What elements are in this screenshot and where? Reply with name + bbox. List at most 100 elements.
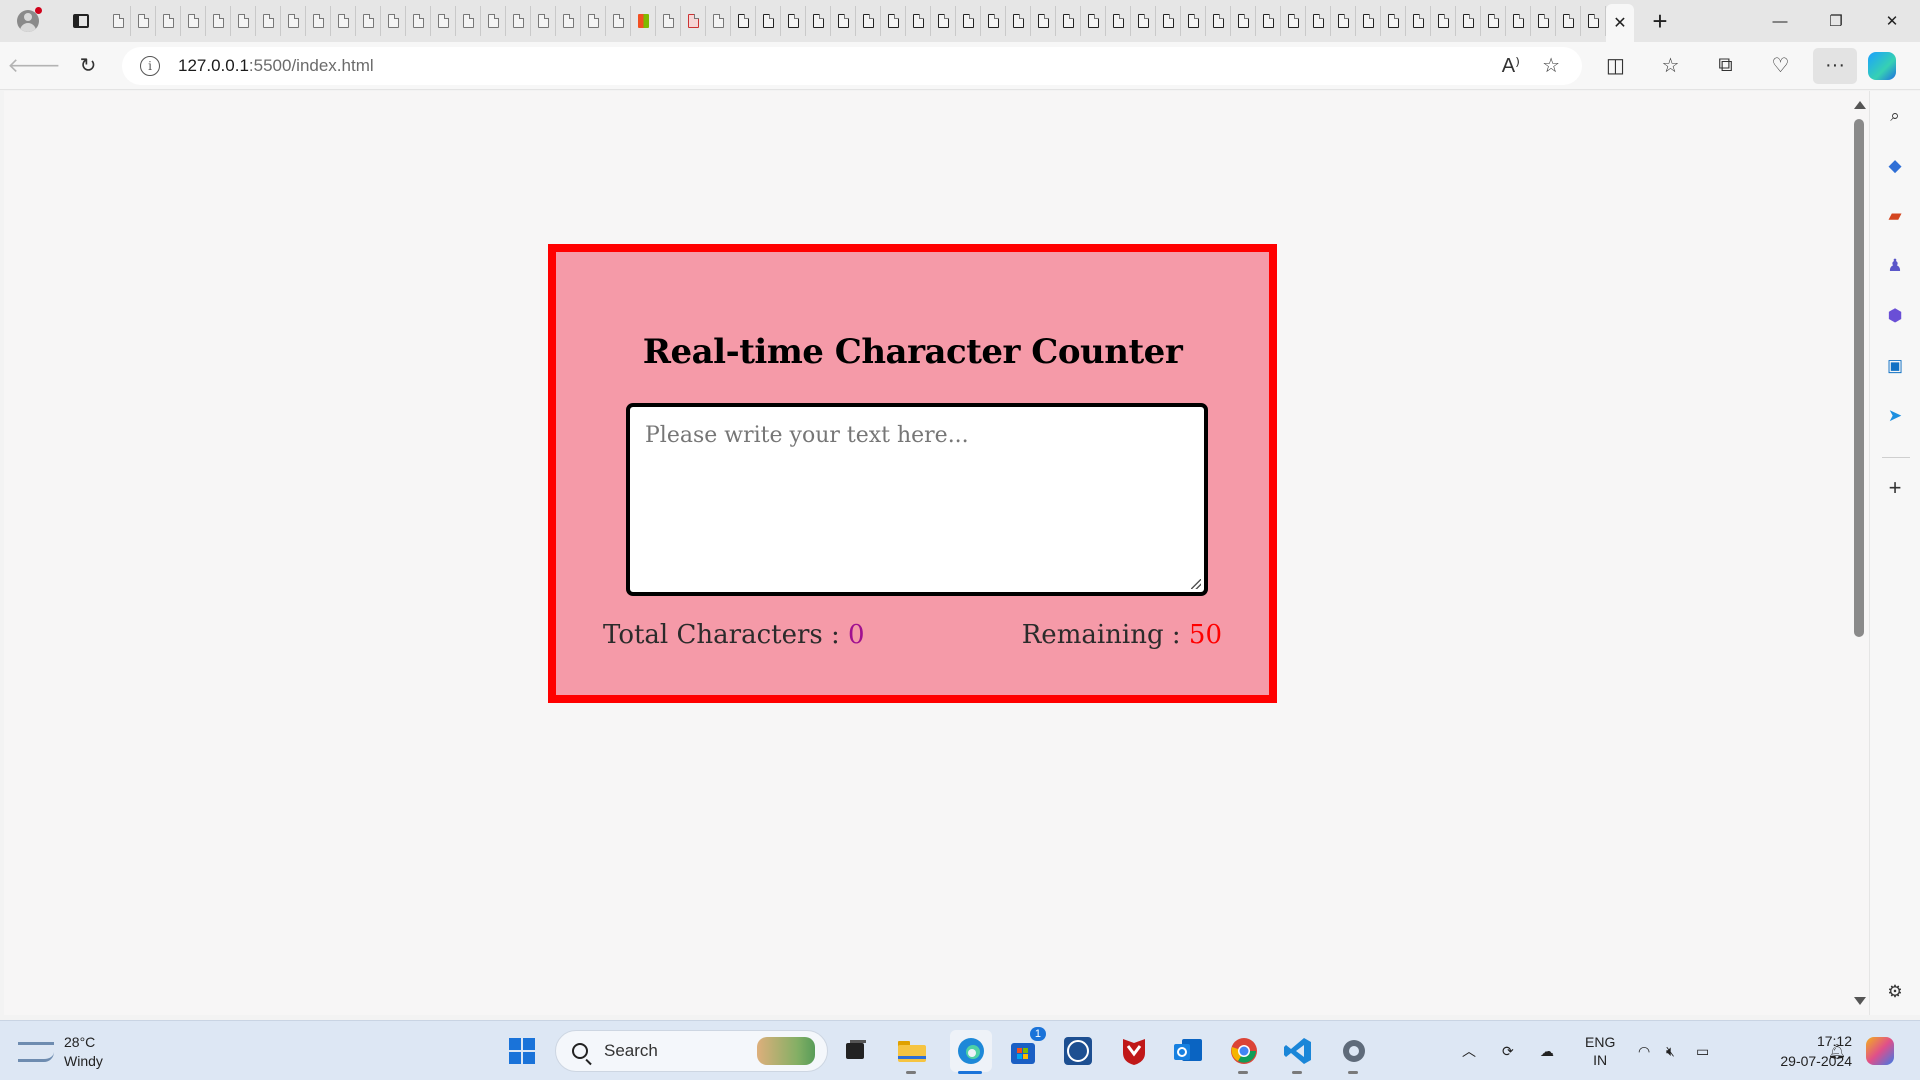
split-screen-icon[interactable]: ◫ — [1588, 48, 1643, 84]
active-tab-close-button[interactable]: ✕ — [1606, 4, 1634, 42]
browser-tab[interactable] — [956, 6, 981, 36]
back-button[interactable]: 🡐 — [7, 48, 61, 84]
browser-tab[interactable] — [1031, 6, 1056, 36]
start-button[interactable] — [506, 1035, 538, 1067]
browser-tab[interactable] — [681, 6, 706, 36]
browser-tab[interactable] — [931, 6, 956, 36]
mcafee-button[interactable] — [1118, 1035, 1150, 1067]
copilot-icon[interactable] — [1868, 51, 1896, 80]
file-explorer-button[interactable] — [896, 1035, 928, 1067]
minimize-button[interactable]: — — [1752, 0, 1808, 42]
browser-tab[interactable] — [1581, 6, 1606, 36]
browser-tab[interactable] — [756, 6, 781, 36]
browser-tab[interactable] — [1306, 6, 1331, 36]
browser-tab[interactable] — [1081, 6, 1106, 36]
sync-tray-icon[interactable]: ⟳ — [1502, 1021, 1514, 1080]
browser-tab[interactable] — [506, 6, 531, 36]
profile-button[interactable] — [0, 0, 56, 42]
browser-tab[interactable] — [206, 6, 231, 36]
browser-tab[interactable] — [731, 6, 756, 36]
wifi-icon[interactable]: ◠ — [1638, 1021, 1650, 1080]
browser-tab[interactable] — [1431, 6, 1456, 36]
browser-tab[interactable] — [531, 6, 556, 36]
browser-tab[interactable] — [1556, 6, 1581, 36]
notification-bell-icon[interactable]: 🔔︎ — [1828, 1021, 1846, 1080]
browser-tab[interactable] — [1456, 6, 1481, 36]
sidebar-tools-icon[interactable]: ▰ — [1884, 205, 1906, 227]
language-indicator[interactable]: ENG IN — [1585, 1021, 1615, 1080]
browser-tab[interactable] — [981, 6, 1006, 36]
browser-tab[interactable] — [481, 6, 506, 36]
browser-tab[interactable] — [231, 6, 256, 36]
show-hidden-icons-button[interactable]: ︿ — [1462, 1021, 1476, 1080]
sidebar-outlook-icon[interactable]: ▣ — [1884, 355, 1906, 377]
sidebar-games-icon[interactable]: ♟ — [1884, 255, 1906, 277]
browser-tab[interactable] — [556, 6, 581, 36]
task-view-button[interactable] — [840, 1035, 872, 1067]
browser-tab[interactable] — [1331, 6, 1356, 36]
browser-tab[interactable] — [1006, 6, 1031, 36]
edge-taskbar-button[interactable] — [950, 1030, 992, 1072]
browser-tab[interactable] — [381, 6, 406, 36]
browser-tab[interactable] — [1156, 6, 1181, 36]
browser-tab[interactable] — [656, 6, 681, 36]
browser-tab[interactable] — [881, 6, 906, 36]
browser-tab[interactable] — [1231, 6, 1256, 36]
browser-tab[interactable] — [581, 6, 606, 36]
browser-tab[interactable] — [606, 6, 631, 36]
browser-tab[interactable] — [356, 6, 381, 36]
settings-taskbar-button[interactable] — [1338, 1035, 1370, 1067]
browser-tab[interactable] — [1056, 6, 1081, 36]
store-button[interactable]: 1 — [1008, 1027, 1046, 1067]
browser-tab[interactable] — [181, 6, 206, 36]
tab-actions-button[interactable] — [56, 0, 106, 42]
scroll-down-arrow-icon[interactable] — [1854, 997, 1866, 1005]
browser-tab[interactable] — [631, 6, 656, 36]
browser-tab[interactable] — [1256, 6, 1281, 36]
resize-handle-icon[interactable] — [1191, 579, 1201, 589]
browser-tab[interactable] — [156, 6, 181, 36]
address-url[interactable]: 127.0.0.1:5500/index.html — [178, 56, 374, 76]
site-info-icon[interactable]: i — [140, 55, 160, 76]
browser-tab[interactable] — [331, 6, 356, 36]
browser-tab[interactable] — [831, 6, 856, 36]
settings-more-button[interactable]: ··· — [1813, 47, 1857, 84]
outlook-new-button[interactable] — [1172, 1035, 1204, 1067]
vscode-button[interactable] — [1282, 1035, 1314, 1067]
browser-tab[interactable] — [106, 6, 131, 36]
browser-tab[interactable] — [1206, 6, 1231, 36]
browser-tab[interactable] — [1481, 6, 1506, 36]
browser-tab[interactable] — [131, 6, 156, 36]
new-tab-button[interactable]: + — [1634, 0, 1686, 42]
taskbar-search[interactable]: Search — [555, 1030, 828, 1072]
browser-essentials-icon[interactable]: ♡ — [1753, 48, 1808, 84]
browser-tab[interactable] — [1106, 6, 1131, 36]
browser-tab[interactable] — [256, 6, 281, 36]
browser-tab[interactable] — [406, 6, 431, 36]
sidebar-office-icon[interactable]: ⬢ — [1884, 305, 1906, 327]
read-aloud-icon[interactable]: A⁾ — [1502, 53, 1520, 78]
browser-tab[interactable] — [281, 6, 306, 36]
address-bar[interactable]: i 127.0.0.1:5500/index.html A⁾ ☆ — [122, 46, 1582, 85]
collections-icon[interactable]: ⧉ — [1698, 48, 1753, 84]
onedrive-cloud-icon[interactable]: ☁ — [1540, 1021, 1554, 1080]
browser-tab[interactable] — [1356, 6, 1381, 36]
browser-tab[interactable] — [706, 6, 731, 36]
refresh-button[interactable]: ↻ — [66, 48, 110, 84]
browser-tab[interactable] — [431, 6, 456, 36]
browser-tab[interactable] — [1531, 6, 1556, 36]
chrome-button[interactable] — [1228, 1035, 1260, 1067]
favorite-star-icon[interactable]: ☆ — [1542, 53, 1560, 78]
browser-tab[interactable] — [781, 6, 806, 36]
browser-tab[interactable] — [1506, 6, 1531, 36]
browser-tab[interactable] — [306, 6, 331, 36]
browser-tab[interactable] — [1406, 6, 1431, 36]
close-window-button[interactable]: ✕ — [1864, 0, 1920, 42]
vertical-scrollbar[interactable] — [1849, 91, 1869, 1015]
browser-tab[interactable] — [906, 6, 931, 36]
sidebar-search-icon[interactable]: ⌕ — [1884, 105, 1906, 127]
text-input-area[interactable]: Please write your text here... — [626, 403, 1208, 596]
sidebar-add-icon[interactable]: + — [1884, 475, 1906, 500]
battery-icon[interactable]: ▭ — [1696, 1021, 1709, 1080]
scroll-up-arrow-icon[interactable] — [1854, 101, 1866, 109]
